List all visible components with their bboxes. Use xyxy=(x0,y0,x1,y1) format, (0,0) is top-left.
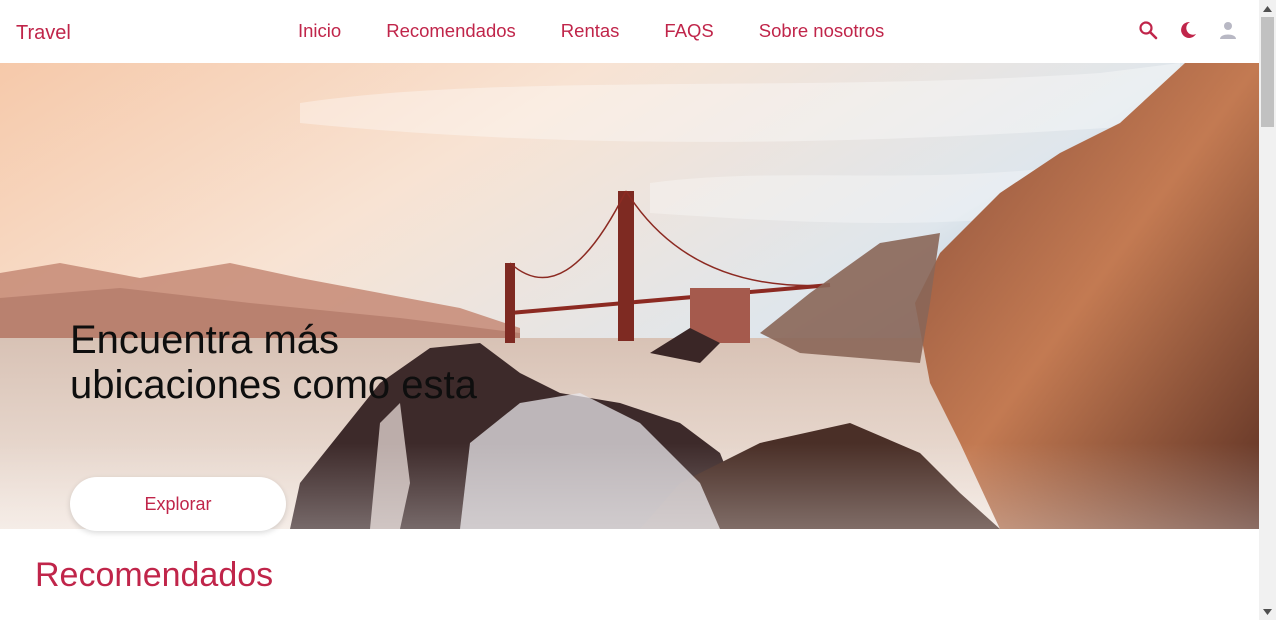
recommended-section-title: Recomendados xyxy=(35,556,274,594)
top-header: Travel Inicio Recomendados Rentas FAQS S… xyxy=(0,0,1259,63)
main-nav: Inicio Recomendados Rentas FAQS Sobre no… xyxy=(298,20,929,42)
scroll-up-arrow-icon[interactable] xyxy=(1259,0,1276,17)
logo[interactable]: Travel xyxy=(16,22,71,45)
nav-item-recomendados[interactable]: Recomendados xyxy=(386,20,516,42)
nav-item-rentas[interactable]: Rentas xyxy=(561,20,620,42)
nav-item-sobre-nosotros[interactable]: Sobre nosotros xyxy=(759,20,884,42)
hero-title: Encuentra más ubicaciones como esta xyxy=(70,318,477,407)
explore-button[interactable]: Explorar xyxy=(70,477,286,531)
page: Travel Inicio Recomendados Rentas FAQS S… xyxy=(0,0,1259,620)
user-icon[interactable] xyxy=(1217,19,1239,41)
search-icon[interactable] xyxy=(1137,19,1159,41)
hero-section: Encuentra más ubicaciones como esta xyxy=(0,63,1259,529)
hero-image xyxy=(0,63,1259,529)
header-icons xyxy=(1119,19,1239,41)
nav-item-faqs[interactable]: FAQS xyxy=(664,20,713,42)
moon-icon[interactable] xyxy=(1177,19,1199,41)
scrollbar-thumb[interactable] xyxy=(1261,17,1274,127)
scroll-down-arrow-icon[interactable] xyxy=(1259,603,1276,620)
vertical-scrollbar[interactable] xyxy=(1259,0,1276,620)
nav-item-inicio[interactable]: Inicio xyxy=(298,20,341,42)
